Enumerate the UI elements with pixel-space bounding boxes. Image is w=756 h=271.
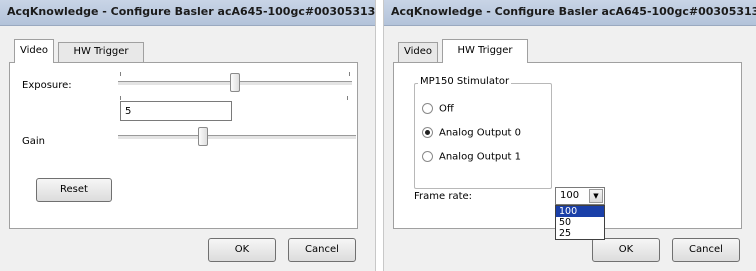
- radio-button-checked-icon[interactable]: [422, 127, 433, 138]
- frame-rate-label: Frame rate:: [414, 191, 473, 202]
- window-title: AcqKnowledge - Configure Basler acA645-1…: [384, 0, 756, 26]
- group-title: MP150 Stimulator: [418, 76, 512, 87]
- reset-button[interactable]: Reset: [36, 178, 112, 202]
- chevron-down-icon[interactable]: ▼: [589, 189, 603, 203]
- ok-button[interactable]: OK: [592, 238, 660, 262]
- tab-video[interactable]: Video: [14, 39, 54, 63]
- radio-button-icon[interactable]: [422, 103, 433, 114]
- frame-rate-dropdown: 100 50 25: [555, 205, 605, 240]
- configure-window-video: AcqKnowledge - Configure Basler acA645-1…: [0, 0, 376, 271]
- frame-rate-select[interactable]: 100 ▼: [555, 187, 605, 205]
- gain-slider-thumb[interactable]: [198, 127, 208, 146]
- frame-rate-value: 100: [560, 190, 580, 201]
- frame-rate-option[interactable]: 50: [556, 217, 604, 228]
- gain-label: Gain: [22, 136, 45, 147]
- cancel-button[interactable]: Cancel: [672, 238, 740, 262]
- tab-video[interactable]: Video: [398, 42, 438, 62]
- gain-slider[interactable]: [118, 125, 356, 149]
- exposure-value-input[interactable]: [120, 101, 232, 121]
- hw-trigger-tab-panel: MP150 Stimulator Off Analog Output 0 Ana…: [393, 62, 742, 240]
- cancel-button[interactable]: Cancel: [288, 238, 356, 262]
- radio-button-icon[interactable]: [422, 151, 433, 162]
- radio-analog-output-0[interactable]: Analog Output 0: [422, 127, 521, 139]
- tab-hw-trigger[interactable]: HW Trigger: [58, 42, 144, 62]
- radio-label: Off: [439, 103, 454, 115]
- radio-analog-output-1[interactable]: Analog Output 1: [422, 151, 521, 163]
- tab-hw-trigger[interactable]: HW Trigger: [442, 39, 528, 63]
- exposure-slider-thumb[interactable]: [230, 73, 240, 92]
- window-title: AcqKnowledge - Configure Basler acA645-1…: [0, 0, 375, 26]
- radio-off[interactable]: Off: [422, 103, 454, 115]
- frame-rate-option[interactable]: 100: [556, 206, 604, 217]
- radio-label: Analog Output 0: [439, 127, 522, 139]
- ok-button[interactable]: OK: [208, 238, 276, 262]
- frame-rate-option[interactable]: 25: [556, 228, 604, 239]
- configure-window-hw-trigger: AcqKnowledge - Configure Basler acA645-1…: [383, 0, 756, 271]
- video-tab-panel: Exposure: Gain Reset: [9, 62, 358, 229]
- exposure-slider[interactable]: [118, 71, 352, 95]
- exposure-label: Exposure:: [22, 80, 72, 91]
- radio-label: Analog Output 1: [439, 151, 522, 163]
